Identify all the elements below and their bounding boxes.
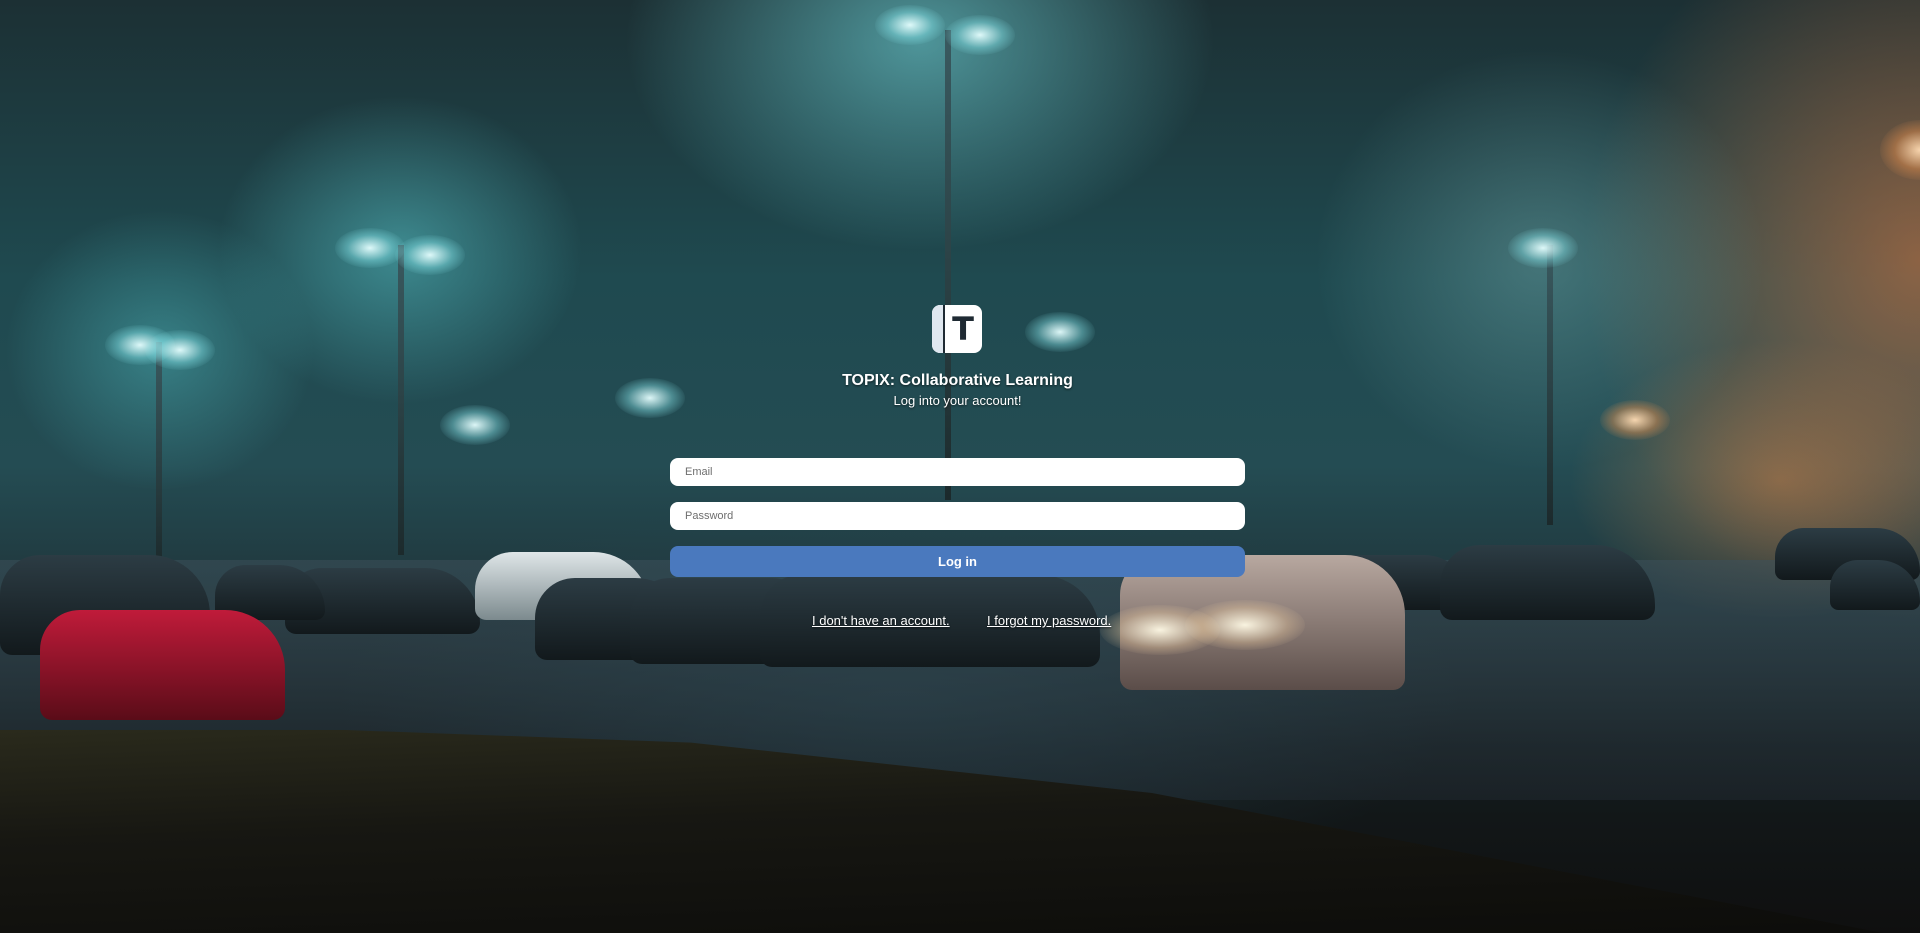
street-lamp: [1880, 120, 1920, 180]
street-lamp: [440, 405, 510, 445]
signup-link[interactable]: I don't have an account.: [812, 613, 950, 628]
street-lamp: [145, 330, 215, 370]
street-lamp: [395, 235, 465, 275]
parked-car: [1440, 545, 1655, 620]
page-subtitle: Log into your account!: [893, 393, 1022, 408]
login-button[interactable]: Log in: [670, 546, 1245, 577]
street-lamp: [1025, 312, 1095, 352]
topix-logo-icon: T: [932, 305, 982, 353]
account-links: I don't have an account. I forgot my pas…: [670, 613, 1245, 631]
light-pole: [398, 245, 404, 555]
email-field[interactable]: [670, 458, 1245, 486]
street-lamp: [335, 228, 405, 268]
light-pole: [945, 30, 951, 500]
light-pole: [1547, 245, 1553, 525]
street-lamp: [1508, 228, 1578, 268]
street-lamp: [945, 15, 1015, 55]
forgot-password-link[interactable]: I forgot my password.: [987, 613, 1111, 628]
street-lamp: [875, 5, 945, 45]
password-field[interactable]: [670, 502, 1245, 530]
logo-letter: T: [952, 310, 974, 348]
light-pole: [156, 342, 162, 567]
page-title: TOPIX: Collaborative Learning: [842, 372, 1073, 389]
street-lamp: [1600, 400, 1670, 440]
parked-car: [40, 610, 285, 720]
logo-stripe: [932, 305, 945, 353]
